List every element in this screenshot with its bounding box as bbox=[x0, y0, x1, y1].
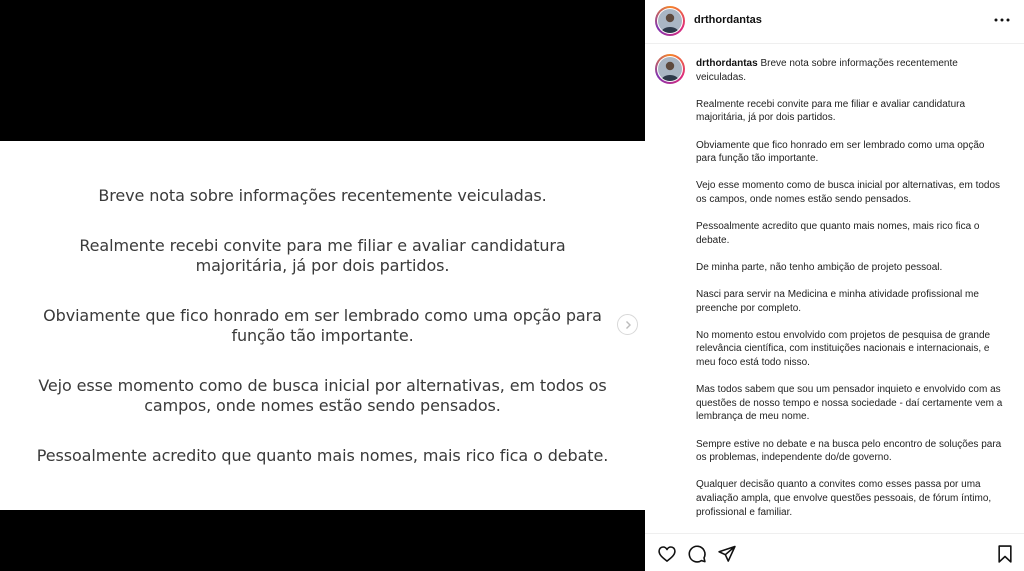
slide-paragraph: Vejo esse momento como de busca inicial … bbox=[38, 375, 607, 415]
next-slide-button[interactable] bbox=[617, 314, 638, 335]
post-header: drthordantas bbox=[645, 0, 1024, 44]
caption-paragraph: Obviamente que fico honrado em ser lembr… bbox=[696, 139, 985, 165]
caption-area: drthordantas Breve nota sobre informaçõe… bbox=[645, 45, 1024, 533]
caption-username[interactable]: drthordantas bbox=[696, 58, 758, 69]
slide-paragraph: Breve nota sobre informações recentement… bbox=[98, 185, 547, 205]
post-slide-image: Breve nota sobre informações recentement… bbox=[0, 141, 645, 510]
slide-paragraph: Realmente recebi convite para me filiar … bbox=[79, 235, 566, 275]
heart-icon bbox=[658, 546, 676, 562]
like-button[interactable] bbox=[657, 544, 677, 564]
caption-paragraph: Mas todos sabem que sou um pensador inqu… bbox=[696, 384, 1003, 423]
chevron-right-icon bbox=[625, 320, 631, 329]
caption-paragraph: Qualquer decisão quanto a convites como … bbox=[696, 479, 992, 518]
caption-paragraph: De minha parte, não tenho ambição de pro… bbox=[696, 261, 943, 273]
caption-paragraph: Vejo esse momento como de busca inicial … bbox=[696, 180, 1001, 205]
caption-paragraph: Nasci para servir na Medicina e minha at… bbox=[696, 289, 979, 314]
more-options-button[interactable] bbox=[992, 12, 1012, 28]
post-details-panel: drthordantas drthordantas Breve nota sob… bbox=[645, 0, 1024, 571]
avatar[interactable] bbox=[655, 6, 685, 36]
comment-icon bbox=[688, 545, 706, 563]
share-button[interactable] bbox=[717, 544, 737, 564]
post-media: Breve nota sobre informações recentement… bbox=[0, 0, 645, 571]
save-button[interactable] bbox=[995, 544, 1015, 564]
more-options-icon bbox=[994, 18, 1010, 22]
caption-paragraph: No momento estou envolvido com projetos … bbox=[696, 329, 991, 369]
caption-paragraph: Sempre estive no debate e na busca pelo … bbox=[696, 438, 1002, 464]
post-author-username[interactable]: drthordantas bbox=[694, 14, 762, 26]
slide-paragraph: Obviamente que fico honrado em ser lembr… bbox=[43, 305, 602, 345]
caption-paragraph: drthordantas Breve nota sobre informaçõe… bbox=[696, 57, 1006, 84]
post-actions-bar bbox=[645, 533, 1024, 571]
post-caption: drthordantas Breve nota sobre informaçõe… bbox=[696, 57, 1006, 533]
bookmark-icon bbox=[998, 545, 1012, 563]
avatar[interactable] bbox=[655, 54, 685, 84]
send-icon bbox=[718, 545, 736, 562]
caption-paragraph: Pessoalmente acredito que quanto mais no… bbox=[696, 221, 980, 246]
comment-button[interactable] bbox=[687, 544, 707, 564]
slide-paragraph: Pessoalmente acredito que quanto mais no… bbox=[36, 445, 609, 465]
caption-paragraph: Realmente recebi convite para me filiar … bbox=[696, 98, 966, 124]
